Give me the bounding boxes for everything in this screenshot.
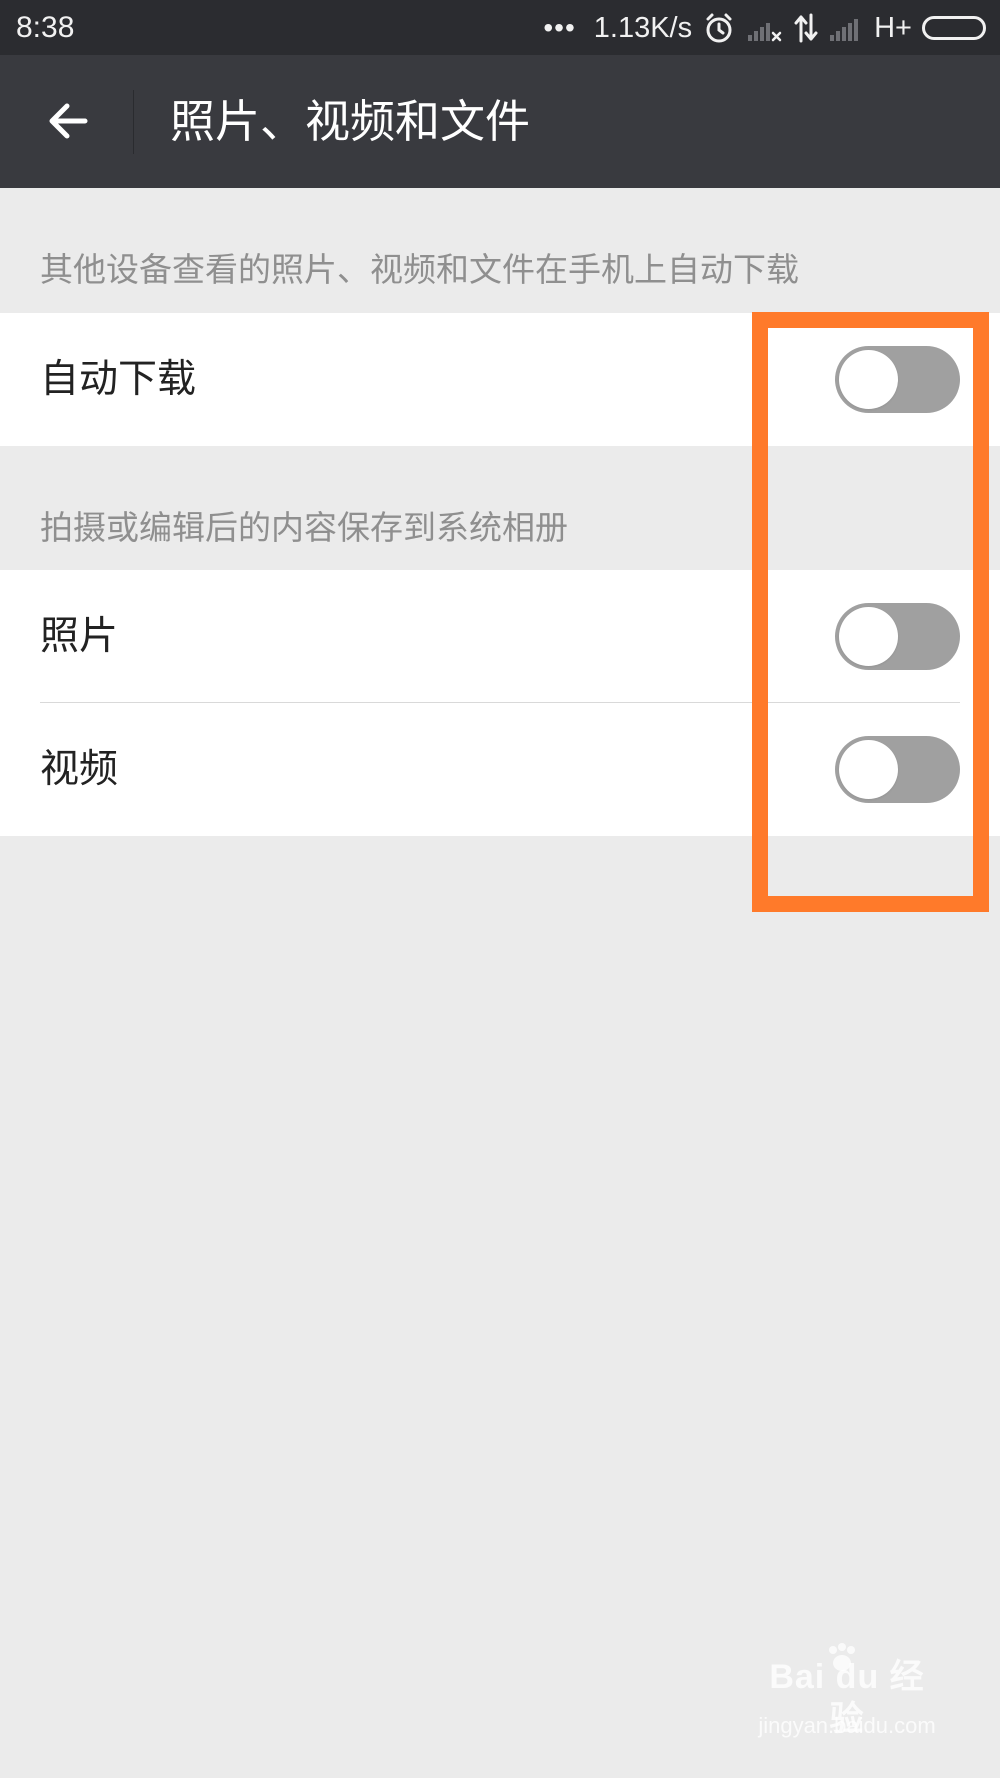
app-bar-divider <box>133 90 134 154</box>
status-icons: ••• 1.13K/s H+ <box>543 8 986 48</box>
network-type: H+ <box>874 11 912 44</box>
alarm-icon <box>702 11 736 45</box>
status-bar: 8:38 ••• 1.13K/s H+ <box>0 0 1000 55</box>
signal-no-sim-icon <box>746 13 784 43</box>
videos-label: 视频 <box>40 747 119 792</box>
signal-strength-icon <box>828 13 864 43</box>
save-to-album-note: 拍摄或编辑后的内容保存到系统相册 <box>40 508 568 547</box>
network-speed: 1.13K/s <box>593 11 693 44</box>
baidu-watermark: Bai du 经验 jingyan.baidu.com <box>756 1634 938 1754</box>
auto-download-label: 自动下载 <box>40 357 197 402</box>
highlight-annotation <box>752 312 989 912</box>
data-transfer-icon <box>794 11 818 45</box>
auto-download-note: 其他设备查看的照片、视频和文件在手机上自动下载 <box>40 250 799 289</box>
battery-icon <box>922 16 986 40</box>
watermark-url: jingyan.baidu.com <box>758 1713 936 1738</box>
status-time: 8:38 <box>16 11 75 44</box>
page-title: 照片、视频和文件 <box>170 95 531 148</box>
more-dots-icon: ••• <box>543 12 576 43</box>
back-button[interactable] <box>34 86 104 156</box>
app-bar: 照片、视频和文件 <box>0 55 1000 188</box>
arrow-left-icon <box>49 103 88 139</box>
photos-label: 照片 <box>40 614 119 659</box>
